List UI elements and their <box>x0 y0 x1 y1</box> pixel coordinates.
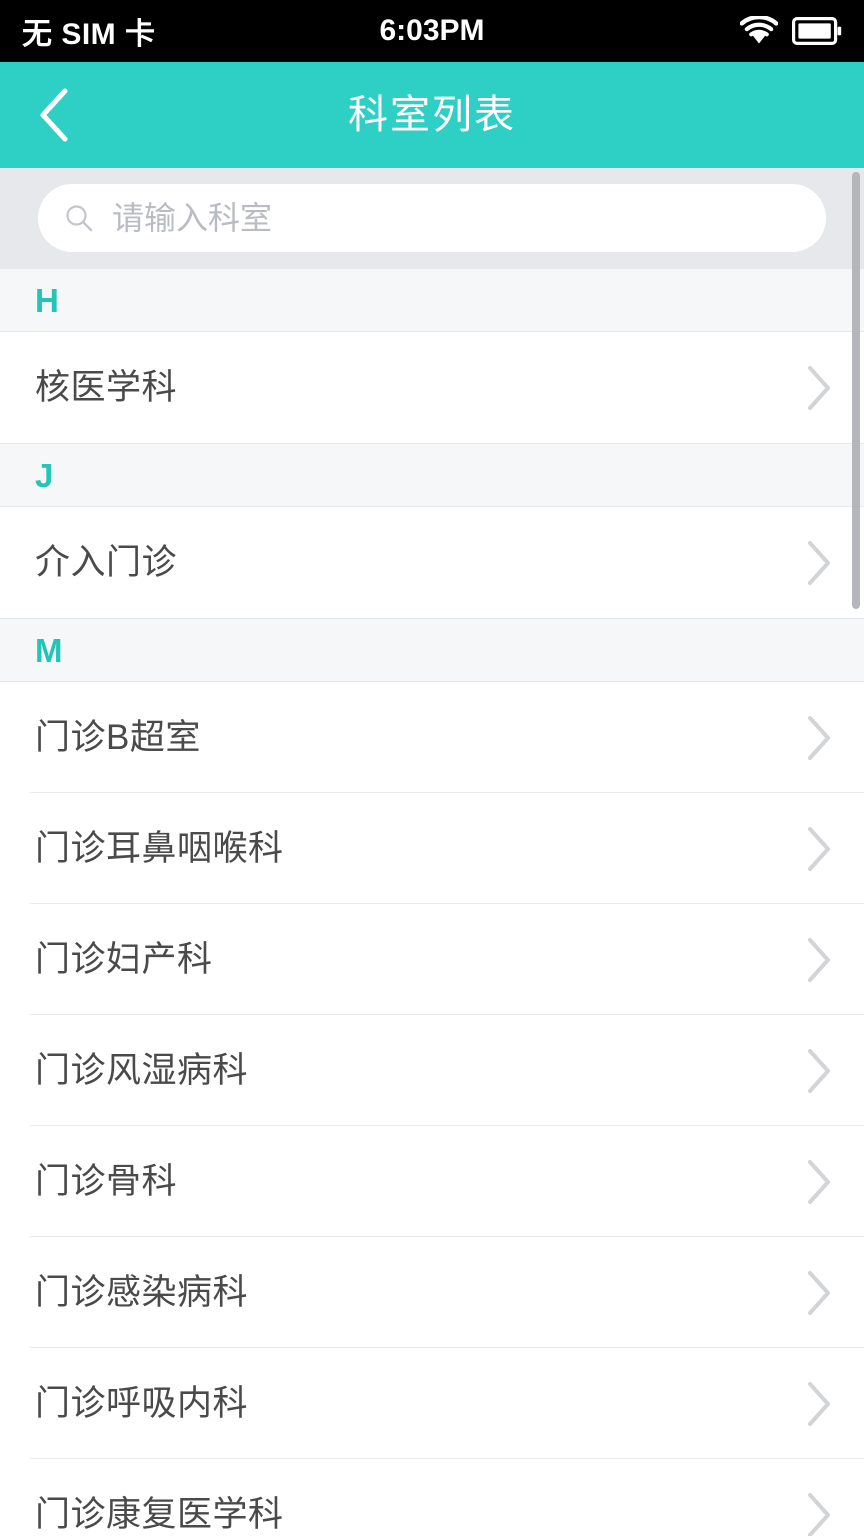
list-item[interactable]: 门诊B超室 <box>0 682 864 793</box>
clock-label: 6:03PM <box>379 14 485 47</box>
search-icon <box>64 203 94 233</box>
department-list-screen: 无 SIM 卡 6:03PM 科室列表 请输入科室 H 核医学科 J 介入门诊 … <box>0 0 864 1536</box>
list-item[interactable]: 门诊感染病科 <box>0 1237 864 1348</box>
chevron-right-icon <box>804 1268 834 1318</box>
chevron-right-icon <box>804 363 834 413</box>
chevron-left-icon <box>35 86 75 144</box>
status-bar-indicators <box>740 16 842 46</box>
list-item-label: 门诊耳鼻咽喉科 <box>35 829 284 868</box>
section-header-m: M <box>0 618 864 682</box>
list-item-label: 门诊妇产科 <box>35 940 213 979</box>
department-list[interactable]: H 核医学科 J 介入门诊 M 门诊B超室门诊耳鼻咽喉科 门诊妇产科门诊风湿病科 门诊骨科门诊… <box>0 268 864 1536</box>
section-letter: H <box>35 281 59 319</box>
search-bar-container: 请输入科室 <box>0 168 864 268</box>
list-item[interactable]: 门诊风湿病科 <box>0 1015 864 1126</box>
list-item[interactable]: 介入门诊 <box>0 507 864 618</box>
status-bar: 无 SIM 卡 6:03PM <box>0 0 864 62</box>
battery-icon <box>792 17 842 45</box>
chevron-right-icon <box>804 935 834 985</box>
list-item[interactable]: 门诊耳鼻咽喉科 <box>0 793 864 904</box>
page-title: 科室列表 <box>348 93 516 137</box>
search-input[interactable]: 请输入科室 <box>38 184 826 252</box>
wifi-icon <box>740 16 778 46</box>
chevron-right-icon <box>804 1379 834 1429</box>
section-header-h: H <box>0 268 864 332</box>
section-letter: M <box>35 631 63 669</box>
chevron-right-icon <box>804 1490 834 1536</box>
chevron-right-icon <box>804 713 834 763</box>
section-header-j: J <box>0 443 864 507</box>
list-item-label: 门诊康复医学科 <box>35 1495 284 1534</box>
list-item[interactable]: 门诊康复医学科 <box>0 1459 864 1536</box>
list-item-label: 门诊骨科 <box>35 1162 178 1201</box>
list-item-label: 核医学科 <box>35 368 178 407</box>
chevron-right-icon <box>804 1046 834 1096</box>
navigation-bar: 科室列表 <box>0 62 864 168</box>
list-item[interactable]: 门诊骨科 <box>0 1126 864 1237</box>
vertical-scrollbar[interactable] <box>852 172 860 609</box>
list-item-label: 门诊感染病科 <box>35 1273 249 1312</box>
list-item[interactable]: 门诊妇产科 <box>0 904 864 1015</box>
chevron-right-icon <box>804 824 834 874</box>
chevron-right-icon <box>804 538 834 588</box>
back-button[interactable] <box>0 62 110 168</box>
list-item[interactable]: 核医学科 <box>0 332 864 443</box>
list-item-label: 介入门诊 <box>35 543 178 582</box>
list-item-label: 门诊B超室 <box>35 718 201 757</box>
list-item[interactable]: 门诊呼吸内科 <box>0 1348 864 1459</box>
chevron-right-icon <box>804 1157 834 1207</box>
search-placeholder: 请输入科室 <box>112 200 273 236</box>
list-item-label: 门诊呼吸内科 <box>35 1384 249 1423</box>
section-letter: J <box>35 456 54 494</box>
list-item-label: 门诊风湿病科 <box>35 1051 249 1090</box>
